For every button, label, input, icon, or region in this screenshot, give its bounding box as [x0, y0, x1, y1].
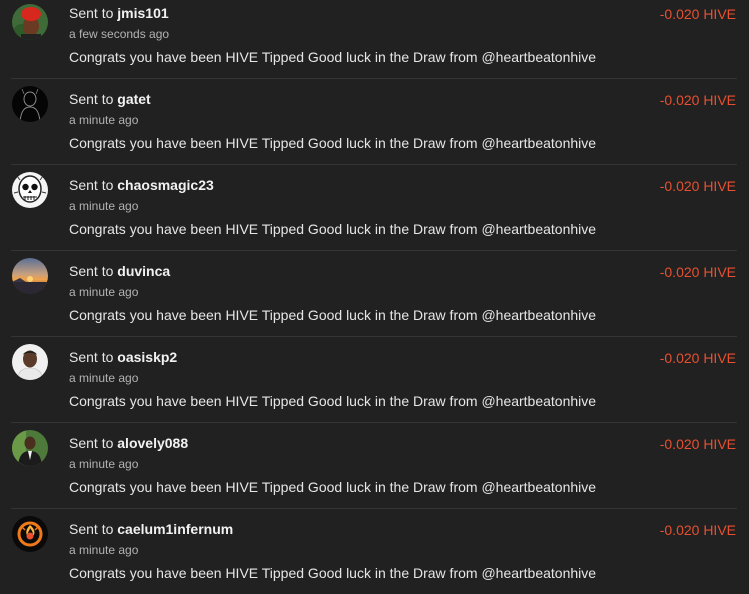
transfer-time: a minute ago	[69, 543, 139, 557]
transfer-recipient: Sent to gatet	[69, 91, 151, 107]
avatar[interactable]	[12, 86, 48, 122]
transfer-recipient: Sent to duvinca	[69, 263, 170, 279]
transfer-recipient: Sent to caelum1infernum	[69, 521, 233, 537]
avatar-man-portrait-icon	[12, 344, 48, 380]
recipient-username-link[interactable]: chaosmagic23	[117, 177, 214, 193]
transfer-amount: -0.020 HIVE	[659, 436, 736, 452]
recipient-username-link[interactable]: gatet	[117, 91, 150, 107]
sent-to-label: Sent to	[69, 521, 114, 537]
avatar[interactable]	[12, 172, 48, 208]
transfer-time: a few seconds ago	[69, 27, 170, 41]
transfer-row: Sent to chaosmagic23 a minute ago Congra…	[11, 165, 737, 251]
sent-to-label: Sent to	[69, 5, 114, 21]
recipient-username-link[interactable]: oasiskp2	[117, 349, 177, 365]
transfer-recipient: Sent to oasiskp2	[69, 349, 177, 365]
avatar-fire-logo-icon	[12, 516, 48, 552]
transfer-row: Sent to caelum1infernum a minute ago Con…	[11, 509, 737, 594]
transfer-time: a minute ago	[69, 199, 139, 213]
transfer-amount: -0.020 HIVE	[659, 522, 736, 538]
transfer-row: Sent to jmis101 a few seconds ago Congra…	[11, 0, 737, 79]
transfer-amount: -0.020 HIVE	[659, 350, 736, 366]
transfer-memo: Congrats you have been HIVE Tipped Good …	[69, 135, 597, 151]
sent-to-label: Sent to	[69, 91, 114, 107]
transfer-memo: Congrats you have been HIVE Tipped Good …	[69, 221, 597, 237]
transfer-time: a minute ago	[69, 457, 139, 471]
avatar-skull-drawing-icon	[12, 172, 48, 208]
transfer-amount: -0.020 HIVE	[659, 178, 736, 194]
transfer-row: Sent to oasiskp2 a minute ago Congrats y…	[11, 337, 737, 423]
transfer-time: a minute ago	[69, 113, 139, 127]
transfer-row: Sent to alovely088 a minute ago Congrats…	[11, 423, 737, 509]
sent-to-label: Sent to	[69, 435, 114, 451]
avatar[interactable]	[12, 344, 48, 380]
avatar[interactable]	[12, 258, 48, 294]
transfer-time: a minute ago	[69, 285, 139, 299]
avatar[interactable]	[12, 430, 48, 466]
transfer-amount: -0.020 HIVE	[659, 264, 736, 280]
avatar-sunset-icon	[12, 258, 48, 294]
transfer-memo: Congrats you have been HIVE Tipped Good …	[69, 307, 597, 323]
recipient-username-link[interactable]: jmis101	[117, 5, 168, 21]
transfer-history-list: Sent to jmis101 a few seconds ago Congra…	[0, 0, 749, 594]
avatar-red-headwrap-icon	[12, 4, 48, 40]
recipient-username-link[interactable]: caelum1infernum	[117, 521, 233, 537]
avatar[interactable]	[12, 516, 48, 552]
transfer-recipient: Sent to jmis101	[69, 5, 169, 21]
avatar-man-suit-icon	[12, 430, 48, 466]
transfer-row: Sent to gatet a minute ago Congrats you …	[11, 79, 737, 165]
transfer-amount: -0.020 HIVE	[659, 6, 736, 22]
sent-to-label: Sent to	[69, 177, 114, 193]
recipient-username-link[interactable]: duvinca	[117, 263, 170, 279]
avatar-silhouette-icon	[12, 86, 48, 122]
transfer-memo: Congrats you have been HIVE Tipped Good …	[69, 479, 597, 495]
transfer-memo: Congrats you have been HIVE Tipped Good …	[69, 393, 597, 409]
transfer-amount: -0.020 HIVE	[659, 92, 736, 108]
transfer-memo: Congrats you have been HIVE Tipped Good …	[69, 49, 597, 65]
sent-to-label: Sent to	[69, 263, 114, 279]
transfer-recipient: Sent to chaosmagic23	[69, 177, 214, 193]
transfer-memo: Congrats you have been HIVE Tipped Good …	[69, 565, 597, 581]
transfer-row: Sent to duvinca a minute ago Congrats yo…	[11, 251, 737, 337]
avatar[interactable]	[12, 4, 48, 40]
sent-to-label: Sent to	[69, 349, 114, 365]
recipient-username-link[interactable]: alovely088	[117, 435, 188, 451]
transfer-time: a minute ago	[69, 371, 139, 385]
transfer-recipient: Sent to alovely088	[69, 435, 188, 451]
